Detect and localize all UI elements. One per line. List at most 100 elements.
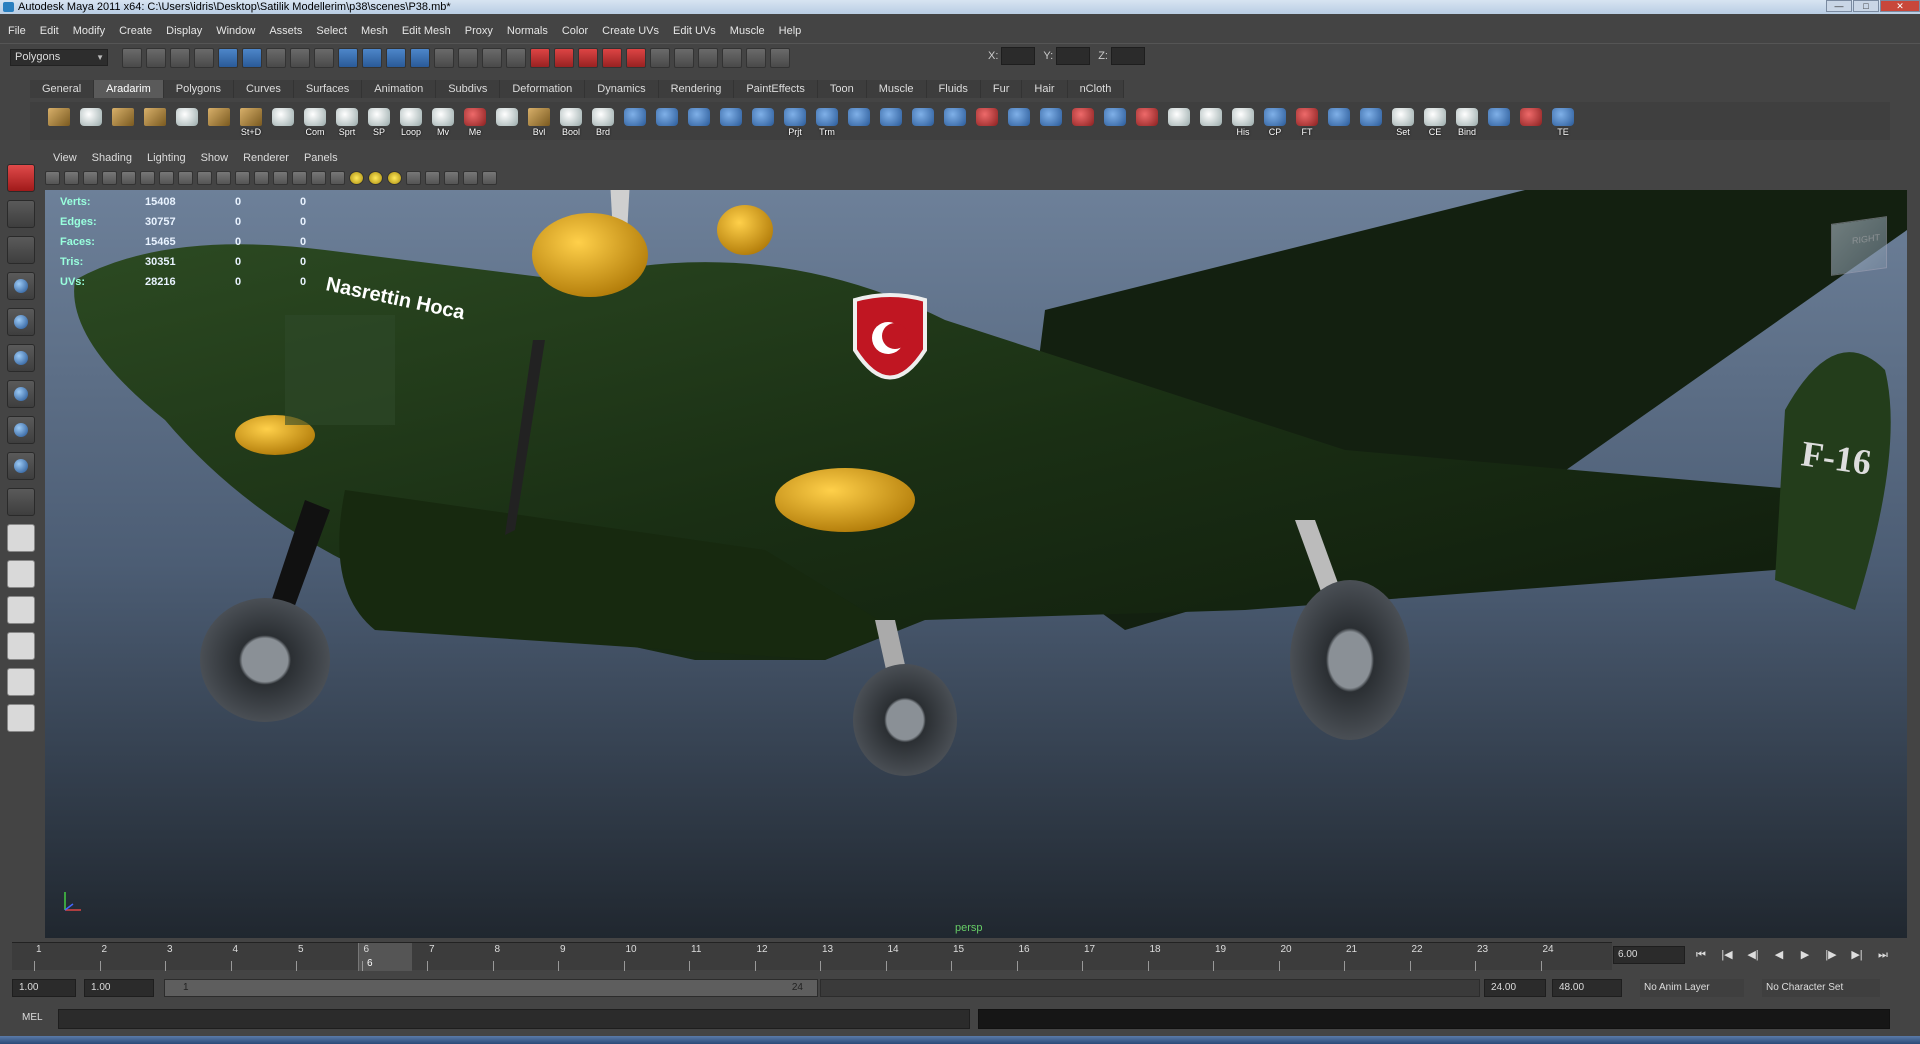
panel-menu-shading[interactable]: Shading (92, 150, 132, 166)
shelf-button[interactable] (1132, 105, 1162, 137)
status-tool-icon[interactable] (434, 47, 454, 68)
script-layout-icon[interactable] (7, 704, 35, 732)
go-to-start-icon[interactable]: ⏮ (1690, 946, 1712, 964)
status-tool-icon[interactable] (266, 47, 286, 68)
status-tool-icon[interactable] (290, 47, 310, 68)
shelf-tab-muscle[interactable]: Muscle (866, 80, 927, 98)
shelf-tab-animation[interactable]: Animation (362, 80, 437, 98)
status-tool-icon[interactable] (362, 47, 382, 68)
shelf-button[interactable] (140, 105, 170, 137)
shelf-tab-painteffects[interactable]: PaintEffects (734, 80, 818, 98)
shelf-button[interactable] (108, 105, 138, 137)
status-tool-icon[interactable] (410, 47, 430, 68)
status-tool-icon[interactable] (578, 47, 598, 68)
end-time-field[interactable]: 48.00 (1552, 979, 1622, 997)
four-view-layout-icon[interactable] (7, 560, 35, 588)
shelf-button[interactable]: CP (1260, 105, 1290, 137)
shelf-tab-surfaces[interactable]: Surfaces (293, 80, 363, 98)
step-back-icon[interactable]: ◀| (1742, 946, 1764, 964)
character-set-dropdown[interactable]: No Character Set (1762, 979, 1880, 997)
view-cube[interactable]: RIGHT (1831, 216, 1887, 276)
status-tool-icon[interactable] (338, 47, 358, 68)
panel-tool-icon[interactable] (235, 171, 250, 185)
shelf-button[interactable]: Trm (812, 105, 842, 137)
shelf-tab-rendering[interactable]: Rendering (658, 80, 735, 98)
shelf-button[interactable] (1356, 105, 1386, 137)
shelf-button[interactable] (204, 105, 234, 137)
panel-tool-icon[interactable] (463, 171, 478, 185)
move-tool-icon[interactable] (7, 272, 35, 300)
current-time-field[interactable]: 6.00 (1613, 946, 1685, 964)
range-track[interactable] (820, 979, 1480, 997)
panel-tool-icon[interactable] (330, 171, 345, 185)
shelf-button[interactable]: St+D (236, 105, 266, 137)
shelf-button[interactable] (972, 105, 1002, 137)
menu-set-selector[interactable]: Polygons (10, 49, 108, 66)
viewport-persp[interactable]: Nasrettin Hoca F-16 Verts: 15408 0 0 Edges: 3… (45, 190, 1907, 938)
single-view-layout-icon[interactable] (7, 524, 35, 552)
status-tool-icon[interactable] (218, 47, 238, 68)
shelf-button[interactable]: CE (1420, 105, 1450, 137)
shelf-button[interactable]: FT (1292, 105, 1322, 137)
menu-item-file[interactable]: File (8, 25, 26, 37)
menu-item-display[interactable]: Display (166, 25, 202, 37)
panel-tool-icon[interactable] (140, 171, 155, 185)
hypershade-layout-icon[interactable] (7, 668, 35, 696)
range-start-field[interactable]: 1.00 (84, 979, 154, 997)
panel-menu-panels[interactable]: Panels (304, 150, 338, 166)
shelf-button[interactable] (1516, 105, 1546, 137)
shelf-button[interactable] (716, 105, 746, 137)
panel-menu-renderer[interactable]: Renderer (243, 150, 289, 166)
panel-tool-icon[interactable] (102, 171, 117, 185)
shelf-button[interactable]: Sprt (332, 105, 362, 137)
shelf-tab-general[interactable]: General (30, 80, 95, 98)
menu-item-create-uvs[interactable]: Create UVs (602, 25, 659, 37)
go-to-end-icon[interactable]: ⏭ (1872, 946, 1894, 964)
panel-tool-icon[interactable] (349, 171, 364, 185)
status-tool-icon[interactable] (386, 47, 406, 68)
shelf-button[interactable] (1484, 105, 1514, 137)
shelf-tab-dynamics[interactable]: Dynamics (585, 80, 659, 98)
anim-layer-dropdown[interactable]: No Anim Layer (1640, 979, 1744, 997)
menu-item-assets[interactable]: Assets (269, 25, 302, 37)
soft-mod-icon[interactable] (7, 416, 35, 444)
panel-tool-icon[interactable] (159, 171, 174, 185)
close-button[interactable]: ✕ (1880, 0, 1920, 12)
show-manipulator-icon[interactable] (7, 452, 35, 480)
outliner-layout-icon[interactable] (7, 596, 35, 624)
shelf-button[interactable]: Com (300, 105, 330, 137)
panel-tool-icon[interactable] (406, 171, 421, 185)
step-back-key-icon[interactable]: |◀ (1716, 946, 1738, 964)
graph-layout-icon[interactable] (7, 632, 35, 660)
menu-item-proxy[interactable]: Proxy (465, 25, 493, 37)
panel-menu-lighting[interactable]: Lighting (147, 150, 186, 166)
shelf-button[interactable]: Set (1388, 105, 1418, 137)
status-tool-icon[interactable] (194, 47, 214, 68)
start-time-field[interactable]: 1.00 (12, 979, 76, 997)
status-tool-icon[interactable] (122, 47, 142, 68)
shelf-button[interactable] (172, 105, 202, 137)
shelf-button[interactable] (1100, 105, 1130, 137)
shelf-button[interactable] (940, 105, 970, 137)
menu-item-edit-uvs[interactable]: Edit UVs (673, 25, 716, 37)
shelf-button[interactable] (1324, 105, 1354, 137)
command-language-label[interactable]: MEL (22, 1012, 43, 1023)
shelf-tab-deformation[interactable]: Deformation (500, 80, 586, 98)
menu-item-modify[interactable]: Modify (73, 25, 105, 37)
menu-item-edit[interactable]: Edit (40, 25, 59, 37)
range-end-field[interactable]: 24.00 (1484, 979, 1546, 997)
shelf-button[interactable] (748, 105, 778, 137)
scale-tool-icon[interactable] (7, 344, 35, 372)
shelf-tab-ncloth[interactable]: nCloth (1067, 80, 1125, 98)
menu-item-edit-mesh[interactable]: Edit Mesh (402, 25, 451, 37)
panel-tool-icon[interactable] (425, 171, 440, 185)
shelf-button[interactable]: Mv (428, 105, 458, 137)
last-tool-icon[interactable] (7, 488, 35, 516)
shelf-button[interactable]: Bool (556, 105, 586, 137)
z-field[interactable] (1110, 47, 1145, 65)
shelf-button[interactable]: Prjt (780, 105, 810, 137)
play-forwards-icon[interactable]: ▶ (1794, 946, 1816, 964)
status-tool-icon[interactable] (458, 47, 478, 68)
shelf-button[interactable] (1196, 105, 1226, 137)
status-tool-icon[interactable] (170, 47, 190, 68)
